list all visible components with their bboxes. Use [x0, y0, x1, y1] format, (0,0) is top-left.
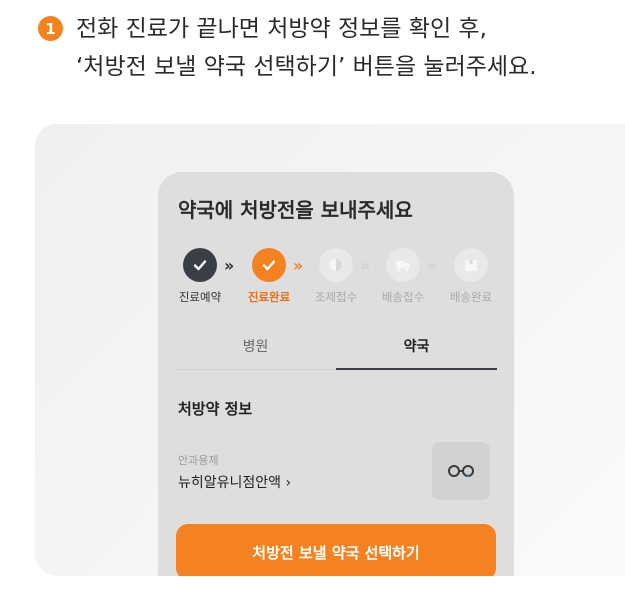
step-label-reservation: 진료예약 [178, 290, 222, 304]
tab-hospital[interactable]: 병원 [175, 330, 336, 370]
step-arrow-icon: ›› [224, 256, 234, 275]
step-arrow-icon: ›› [293, 256, 303, 275]
eye-drops-icon [448, 465, 474, 478]
prescription-info-heading: 처방약 정보 [178, 400, 253, 418]
drug-category: 안과용제 [178, 454, 219, 467]
progress-stepper: ›› ›› ›› ›› 진료예약 진료완료 조제접수 배송접수 배송완료 [158, 248, 514, 308]
select-pharmacy-button[interactable]: 처방전 보낼 약국 선택하기 [176, 524, 496, 576]
prescription-card: 약국에 처방전을 보내주세요 ›› ›› ›› ›› 진료예약 진료완료 조제접… [158, 172, 514, 576]
instruction-line-1: 전화 진료가 끝나면 처방약 정보를 확인 후, [76, 16, 487, 42]
step-complete-check-icon [252, 248, 286, 282]
tab-pharmacy[interactable]: 약국 [336, 330, 497, 370]
step-number-badge: 1 [38, 16, 63, 41]
step-label-delivered: 배송완료 [449, 290, 493, 304]
card-title: 약국에 처방전을 보내주세요 [178, 198, 413, 222]
step-reservation-check-icon [183, 248, 217, 282]
drug-name-link[interactable]: 뉴히알유니점안액 › [178, 472, 291, 492]
instruction-line-2: ‘처방전 보낼 약국 선택하기’ 버튼을 눌러주세요. [76, 54, 537, 80]
pill-icon [319, 248, 353, 282]
step-arrow-icon: ›› [427, 256, 437, 275]
screenshot-stage: 약국에 처방전을 보내주세요 ›› ›› ›› ›› 진료예약 진료완료 조제접… [35, 124, 625, 576]
step-label-dispensing: 조제접수 [314, 290, 358, 304]
drug-thumbnail [432, 442, 490, 500]
tab-bar: 병원 약국 [175, 330, 497, 370]
step-arrow-icon: ›› [360, 256, 370, 275]
step-label-shipping: 배송접수 [381, 290, 425, 304]
package-box-icon [454, 248, 488, 282]
delivery-truck-icon [386, 248, 420, 282]
step-label-complete: 진료완료 [247, 290, 291, 304]
